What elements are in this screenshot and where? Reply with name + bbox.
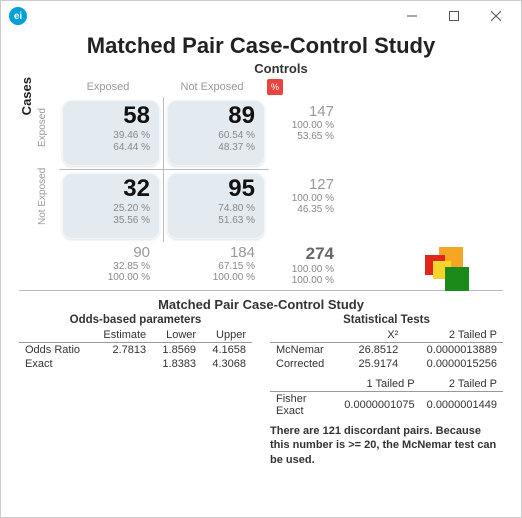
odds-ex-up: 4.3068 [202, 357, 252, 371]
cell-b[interactable]: 89 60.54 % 48.37 % [167, 100, 265, 166]
cell-c-colpct: 35.56 % [68, 215, 150, 227]
cell-d-rowpct: 74.80 % [173, 203, 255, 215]
odds-or-low: 1.8569 [152, 343, 202, 358]
cell-b-count: 89 [173, 104, 255, 128]
titlebar: ei [1, 1, 521, 31]
tests-panel: Statistical Tests X² 2 Tailed P McNemar … [270, 314, 503, 467]
row2-total-n: 127 [276, 176, 334, 193]
odds-or-label: Odds Ratio [19, 343, 92, 358]
fisher-p2: 0.0000001449 [421, 392, 503, 419]
col-label-exposed: Exposed [59, 81, 157, 93]
fisher-table: 1 Tailed P 2 Tailed P Fisher Exact 0.000… [270, 377, 503, 418]
grand-total-p2: 100.00 % [276, 275, 334, 286]
fisher-p1: 0.0000001075 [338, 392, 420, 419]
row1-total-p1: 100.00 % [276, 120, 334, 131]
cell-c-count: 32 [68, 177, 150, 201]
cell-d-count: 95 [173, 177, 255, 201]
tests-title: Statistical Tests [270, 314, 503, 326]
row1-total: 147 100.00 % 53.65 % [268, 97, 338, 169]
corrected-x2: 25.9174 [342, 357, 404, 371]
mcnemar-x2: 26.8512 [342, 343, 404, 358]
close-button[interactable] [475, 2, 517, 30]
col2-total-p1: 67.15 % [173, 261, 255, 272]
row-label-exposed: Exposed [37, 97, 59, 167]
cases-axis-label: Cases [19, 77, 37, 195]
odds-ex-label: Exact [19, 357, 92, 371]
cell-b-rowpct: 60.54 % [173, 130, 255, 142]
row2-total-p1: 100.00 % [276, 193, 334, 204]
fisher-label: Fisher Exact [270, 392, 338, 419]
col2-total-p2: 100.00 % [173, 272, 255, 283]
fisher-h-p2t: 2 Tailed P [421, 377, 503, 392]
odds-h-est: Estimate [92, 328, 152, 343]
table-row: McNemar 26.8512 0.0000013889 [270, 343, 503, 358]
cell-c[interactable]: 32 25.20 % 35.56 % [62, 173, 160, 239]
col1-total: 90 32.85 % 100.00 % [62, 242, 160, 286]
row1-total-p2: 53.65 % [276, 131, 334, 142]
table-row: Odds Ratio 2.7813 1.8569 4.1658 [19, 343, 252, 358]
row2-total: 127 100.00 % 46.35 % [268, 170, 338, 242]
cell-a-rowpct: 39.46 % [68, 130, 150, 142]
table-row: Corrected 25.9174 0.0000015256 [270, 357, 503, 371]
maximize-button[interactable] [433, 2, 475, 30]
tests-h-p2t: 2 Tailed P [404, 328, 503, 343]
cell-a-colpct: 64.44 % [68, 142, 150, 154]
col1-total-p1: 32.85 % [68, 261, 150, 272]
odds-table: Estimate Lower Upper Odds Ratio 2.7813 1… [19, 328, 252, 371]
col-label-not-exposed: Not Exposed [163, 81, 261, 93]
col2-total: 184 67.15 % 100.00 % [167, 242, 265, 286]
col1-total-p2: 100.00 % [68, 272, 150, 283]
table-row: Exact 1.8383 4.3068 [19, 357, 252, 371]
row-label-not-exposed: Not Exposed [37, 167, 59, 237]
row1-total-n: 147 [276, 103, 334, 120]
odds-or-est: 2.7813 [92, 343, 152, 358]
grand-total-p1: 100.00 % [276, 264, 334, 275]
odds-or-up: 4.1658 [202, 343, 252, 358]
col2-total-n: 184 [173, 244, 255, 261]
tests-h-x2: X² [342, 328, 404, 343]
odds-ex-est [92, 357, 152, 371]
corrected-p: 0.0000015256 [404, 357, 503, 371]
minimize-button[interactable] [391, 2, 433, 30]
grand-total: 274 100.00 % 100.00 % [268, 242, 338, 286]
mcnemar-p: 0.0000013889 [404, 343, 503, 358]
cell-d-colpct: 51.63 % [173, 215, 255, 227]
cell-a-count: 58 [68, 104, 150, 128]
color-legend-icon[interactable] [425, 247, 477, 299]
odds-h-low: Lower [152, 328, 202, 343]
cell-d[interactable]: 95 74.80 % 51.63 % [167, 173, 265, 239]
discordant-note: There are 121 discordant pairs. Because … [270, 424, 503, 467]
odds-title: Odds-based parameters [19, 314, 252, 326]
results-subheading: Matched Pair Case-Control Study [19, 297, 503, 312]
corrected-label: Corrected [270, 357, 342, 371]
cell-c-rowpct: 25.20 % [68, 203, 150, 215]
odds-ex-low: 1.8383 [152, 357, 202, 371]
cell-b-colpct: 48.37 % [173, 142, 255, 154]
controls-axis-label: Controls [59, 61, 503, 76]
odds-panel: Odds-based parameters Estimate Lower Upp… [19, 314, 252, 467]
mcnemar-label: McNemar [270, 343, 342, 358]
table-row: Fisher Exact 0.0000001075 0.0000001449 [270, 392, 503, 419]
fisher-h-p1t: 1 Tailed P [338, 377, 420, 392]
percent-toggle-icon[interactable]: % [267, 79, 283, 95]
odds-h-up: Upper [202, 328, 252, 343]
col1-total-n: 90 [68, 244, 150, 261]
app-logo: ei [9, 7, 27, 25]
page-title: Matched Pair Case-Control Study [19, 33, 503, 59]
row2-total-p2: 46.35 % [276, 204, 334, 215]
grand-total-n: 274 [276, 244, 334, 264]
cell-a[interactable]: 58 39.46 % 64.44 % [62, 100, 160, 166]
tests-table: X² 2 Tailed P McNemar 26.8512 0.00000138… [270, 328, 503, 371]
